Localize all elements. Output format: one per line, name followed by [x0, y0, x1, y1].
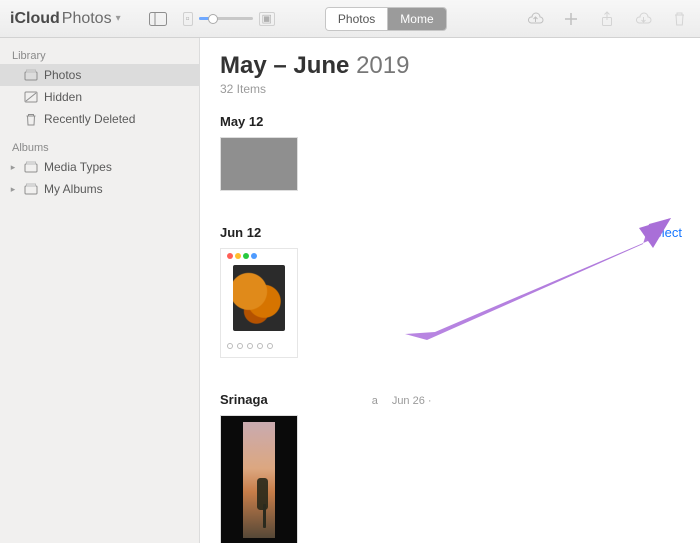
add-icon[interactable]	[560, 10, 582, 28]
chevron-down-icon: ▾	[116, 13, 121, 24]
sidebar-item-my-albums[interactable]: ▸ My Albums	[0, 178, 199, 200]
moment-title: May 12	[220, 114, 263, 129]
zoom-track[interactable]	[199, 17, 253, 20]
disclosure-icon[interactable]: ▸	[8, 184, 18, 195]
moment-sub-a: a	[372, 395, 378, 407]
view-segmented-control: Photos Mome	[325, 7, 447, 31]
sidebar-item-label: Media Types	[44, 160, 112, 174]
download-cloud-icon[interactable]	[632, 10, 654, 28]
app-name-bold: iCloud	[10, 10, 60, 28]
sidebar: Library ▸ Photos ▸ Hidden ▸ Recently Del…	[0, 38, 200, 543]
sidebar-item-label: My Albums	[44, 182, 103, 196]
sidebar-item-label: Recently Deleted	[44, 112, 135, 126]
moment-sub-date: Jun 26 ·	[392, 395, 432, 407]
sidebar-item-label: Hidden	[44, 90, 82, 104]
trash-icon[interactable]	[668, 10, 690, 28]
album-icon	[24, 160, 38, 174]
view-moments-tab[interactable]: Mome	[387, 8, 445, 30]
hidden-icon	[24, 90, 38, 104]
moment-may-12: May 12	[220, 114, 682, 191]
moment-title: Jun 12	[220, 225, 261, 240]
zoom-in-icon[interactable]: ▣	[259, 12, 275, 26]
item-count: 32 Items	[220, 82, 682, 96]
trash-icon	[24, 112, 38, 126]
date-range-title: May – June 2019	[220, 52, 682, 80]
zoom-out-icon[interactable]: ▫	[183, 12, 193, 26]
app-name-rest: Photos	[62, 10, 112, 28]
moment-jun-12: Jun 12 Select	[220, 225, 682, 358]
upload-cloud-icon[interactable]	[524, 10, 546, 28]
disclosure-icon[interactable]: ▸	[8, 162, 18, 173]
share-icon[interactable]	[596, 10, 618, 28]
moment-srinagar: Srinaga a Jun 26 ·	[220, 392, 682, 543]
app-title[interactable]: iCloud Photos ▾	[10, 10, 121, 28]
sidebar-section-library: Library	[0, 46, 199, 64]
view-photos-tab[interactable]: Photos	[326, 8, 387, 30]
sidebar-item-label: Photos	[44, 68, 81, 82]
photos-stack-icon	[24, 68, 38, 82]
select-link[interactable]: Select	[646, 225, 682, 240]
sidebar-item-recently-deleted[interactable]: ▸ Recently Deleted	[0, 108, 199, 130]
sidebar-section-albums: Albums	[0, 138, 199, 156]
content: May – June 2019 32 Items May 12 Jun 12 S…	[200, 38, 700, 543]
toolbar: iCloud Photos ▾ ▫ ▣ Photos Mome	[0, 0, 700, 38]
sidebar-item-hidden[interactable]: ▸ Hidden	[0, 86, 199, 108]
photo-thumbnail[interactable]	[220, 415, 298, 543]
zoom-slider[interactable]: ▫ ▣	[183, 12, 275, 26]
sidebar-toggle-icon[interactable]	[147, 10, 169, 28]
album-icon	[24, 182, 38, 196]
moment-title: Srinaga	[220, 392, 268, 407]
toolbar-right	[524, 10, 690, 28]
sidebar-item-photos[interactable]: ▸ Photos	[0, 64, 199, 86]
photo-thumbnail[interactable]	[220, 248, 298, 358]
photo-thumbnail[interactable]	[220, 137, 298, 191]
date-range-year: 2019	[356, 52, 409, 79]
zoom-thumb[interactable]	[208, 14, 218, 24]
main: Library ▸ Photos ▸ Hidden ▸ Recently Del…	[0, 38, 700, 543]
sidebar-item-media-types[interactable]: ▸ Media Types	[0, 156, 199, 178]
date-range-months: May – June	[220, 52, 349, 79]
